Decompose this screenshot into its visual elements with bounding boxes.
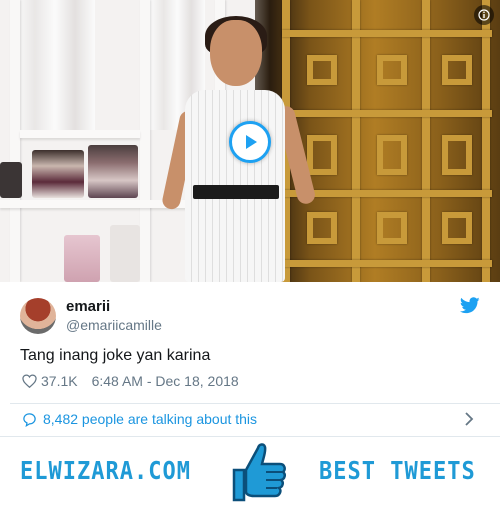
twitter-bird-icon[interactable] [460,297,480,314]
display-name[interactable]: emarii [66,298,162,316]
best-tweets-tagline: BEST TWEETS [319,457,476,486]
thumbs-up-icon [232,443,286,502]
chevron-right-icon[interactable] [464,412,474,426]
tweet-meta: 37.1K 6:48 AM - Dec 18, 2018 [22,372,239,390]
site-name: ELWIZARA.COM [20,457,191,486]
conversation-link[interactable]: 8,482 people are talking about this [22,408,482,430]
tweet-text: Tang inang joke yan karina [20,347,211,364]
tweet-video-thumbnail[interactable] [0,0,500,282]
conversation-count[interactable]: 8,482 people are talking about this [43,411,257,427]
like-count: 37.1K [41,373,78,389]
play-icon [246,135,257,149]
info-button[interactable] [474,5,494,25]
play-button[interactable] [229,121,271,163]
tweet-timestamp[interactable]: 6:48 AM - Dec 18, 2018 [92,372,239,390]
comment-icon [23,412,36,427]
like-button[interactable]: 37.1K [22,372,78,390]
avatar[interactable] [20,298,56,334]
divider [10,403,500,404]
info-icon [478,9,490,21]
heart-icon [22,374,37,388]
tweet-author[interactable]: emarii @emariicamille [20,296,162,336]
user-handle[interactable]: @emariicamille [66,316,162,334]
